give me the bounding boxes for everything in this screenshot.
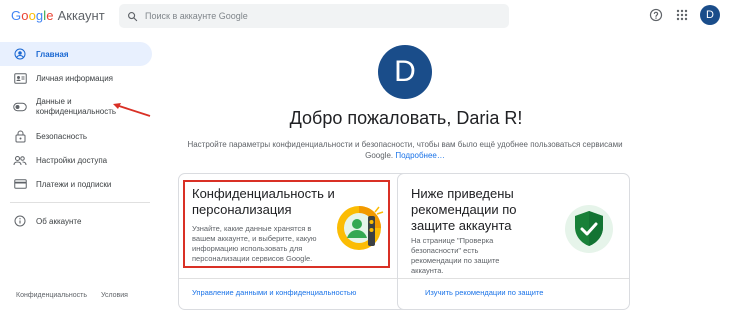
learn-more-link[interactable]: Подробнее… [395,151,445,160]
toggle-icon [12,99,28,115]
sidebar-footer: Конфиденциальность Условия [16,292,128,299]
sidebar-item-label: Безопасность [36,131,88,141]
people-icon [12,152,28,168]
account-avatar[interactable]: D [700,5,720,25]
security-recommendations-card[interactable]: Ниже приведены рекомендации по защите ак… [397,173,630,310]
lock-icon [12,128,28,144]
card-title: Ниже приведены рекомендации по защите ак… [411,186,517,233]
sidebar-divider [10,202,150,203]
search-icon [119,11,145,22]
account-label: Аккаунт [57,8,105,23]
google-wordmark: Google [11,8,54,23]
terms-link[interactable]: Условия [101,292,128,299]
review-recommendations-link[interactable]: Изучить рекомендации по защите [425,288,543,297]
card-divider [398,278,629,279]
annotation-arrow-icon [113,103,151,117]
manage-privacy-link[interactable]: Управление данными и конфиденциальностью [192,288,356,297]
search-box[interactable]: Поиск в аккаунте Google [119,4,509,28]
sidebar-item-sharing[interactable]: Настройки доступа [0,148,160,172]
card-divider [179,278,410,279]
search-placeholder: Поиск в аккаунте Google [145,11,248,21]
sidebar-item-label: Настройки доступа [36,155,108,165]
sidebar-item-security[interactable]: Безопасность [0,124,160,148]
info-icon [12,213,28,229]
person-circle-icon [12,46,28,62]
help-icon[interactable] [648,7,664,23]
welcome-subtitle: Настройте параметры конфиденциальности и… [182,139,628,161]
annotation-highlight-box [183,180,390,268]
sidebar-nav: Главная Личная информация Данные и конфи… [0,42,160,233]
header-actions: D [648,5,720,25]
card-description: На странице "Проверка безопасности" есть… [411,236,500,275]
id-card-icon [12,70,28,86]
sidebar-item-label: Главная [36,49,69,59]
profile-avatar[interactable]: D [378,45,432,99]
shield-check-icon [564,204,614,259]
google-account-logo[interactable]: Google Аккаунт [11,8,105,23]
privacy-link[interactable]: Конфиденциальность [16,292,87,299]
top-bar: Google Аккаунт Поиск в аккаунте Google D [0,0,730,32]
welcome-heading: Добро пожаловать, Daria R! [289,108,523,128]
sidebar-item-personal-info[interactable]: Личная информация [0,66,160,90]
sidebar-item-label: Личная информация [36,73,114,83]
sidebar-item-about[interactable]: Об аккаунте [0,209,160,233]
sidebar-item-label: Платежи и подписки [36,179,112,189]
sidebar-item-home[interactable]: Главная [0,42,152,66]
credit-card-icon [12,176,28,192]
sidebar-item-label: Об аккаунте [36,216,82,226]
apps-grid-icon[interactable] [674,7,690,23]
sidebar-item-payments[interactable]: Платежи и подписки [0,172,160,196]
